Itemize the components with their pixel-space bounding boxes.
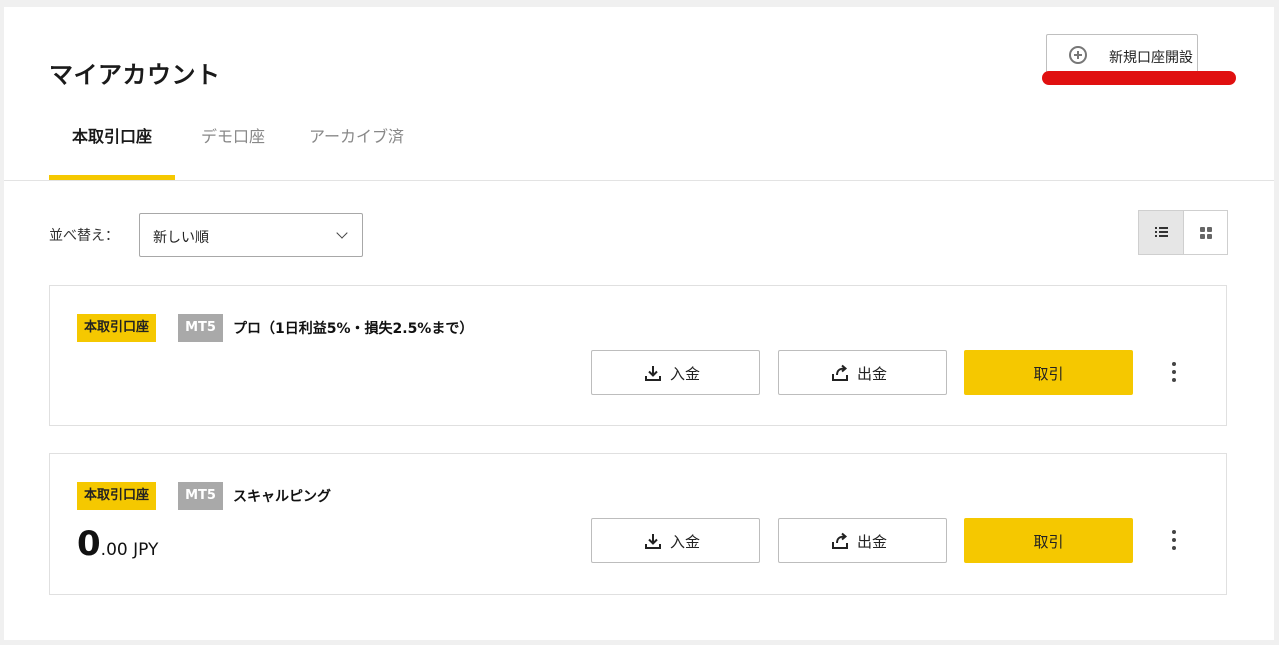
upload-arrow-icon xyxy=(832,364,848,381)
view-toggle xyxy=(1138,210,1228,255)
chevron-down-icon xyxy=(336,227,348,239)
account-panel: マイアカウント 新規口座開設 本取引口座 デモ口座 アーカイブ済 並べ替え： 新… xyxy=(4,7,1274,640)
list-view-button[interactable] xyxy=(1139,211,1184,254)
platform-badge: MT5 xyxy=(178,482,223,510)
download-icon xyxy=(645,534,661,549)
trade-button[interactable]: 取引 xyxy=(964,350,1133,395)
grid-view-button[interactable] xyxy=(1184,211,1228,254)
deposit-label: 入金 xyxy=(670,365,701,383)
list-icon xyxy=(1155,227,1168,238)
grid-icon xyxy=(1199,227,1212,239)
download-icon xyxy=(645,366,661,381)
withdraw-button[interactable]: 出金 xyxy=(778,518,947,563)
page-title: マイアカウント xyxy=(49,61,221,89)
more-options-icon[interactable] xyxy=(1168,362,1180,384)
sort-select[interactable]: 新しい順 xyxy=(139,213,363,257)
deposit-label: 入金 xyxy=(670,533,701,551)
balance-decimal-currency: .00 JPY xyxy=(100,540,159,560)
account-name: スキャルピング xyxy=(233,489,331,505)
deposit-button[interactable]: 入金 xyxy=(591,518,760,563)
account-name: プロ（1日利益5%・損失2.5%まで） xyxy=(233,321,474,337)
account-type-badge: 本取引口座 xyxy=(77,482,157,510)
account-tabs: 本取引口座 デモ口座 アーカイブ済 xyxy=(49,113,448,181)
deposit-button[interactable]: 入金 xyxy=(591,350,760,395)
sort-selected-value: 新しい順 xyxy=(153,230,209,246)
trade-label: 取引 xyxy=(1033,533,1064,551)
platform-badge: MT5 xyxy=(178,314,223,342)
tab-live-accounts[interactable]: 本取引口座 xyxy=(49,113,175,181)
trade-button[interactable]: 取引 xyxy=(964,518,1133,563)
withdraw-label: 出金 xyxy=(857,365,888,383)
withdraw-label: 出金 xyxy=(857,533,888,551)
account-card: 本取引口座 MT5 スキャルピング 0.00 JPY 入金 出金 取引 xyxy=(49,453,1227,595)
red-annotation-underline xyxy=(1042,71,1236,85)
tab-demo-accounts[interactable]: デモ口座 xyxy=(201,113,265,181)
upload-arrow-icon xyxy=(832,532,848,549)
more-options-icon[interactable] xyxy=(1168,530,1180,552)
account-balance: 0.00 JPY xyxy=(77,524,158,564)
withdraw-button[interactable]: 出金 xyxy=(778,350,947,395)
sort-label: 並べ替え： xyxy=(49,228,119,244)
tab-archived[interactable]: アーカイブ済 xyxy=(309,113,404,181)
account-card: 本取引口座 MT5 プロ（1日利益5%・損失2.5%まで） 入金 出金 取引 xyxy=(49,285,1227,426)
account-type-badge: 本取引口座 xyxy=(77,314,157,342)
trade-label: 取引 xyxy=(1033,365,1064,383)
balance-integer: 0 xyxy=(77,524,101,564)
plus-circle-icon xyxy=(1069,46,1087,64)
new-account-label: 新規口座開設 xyxy=(1109,50,1193,66)
tabs-divider xyxy=(4,180,1274,181)
